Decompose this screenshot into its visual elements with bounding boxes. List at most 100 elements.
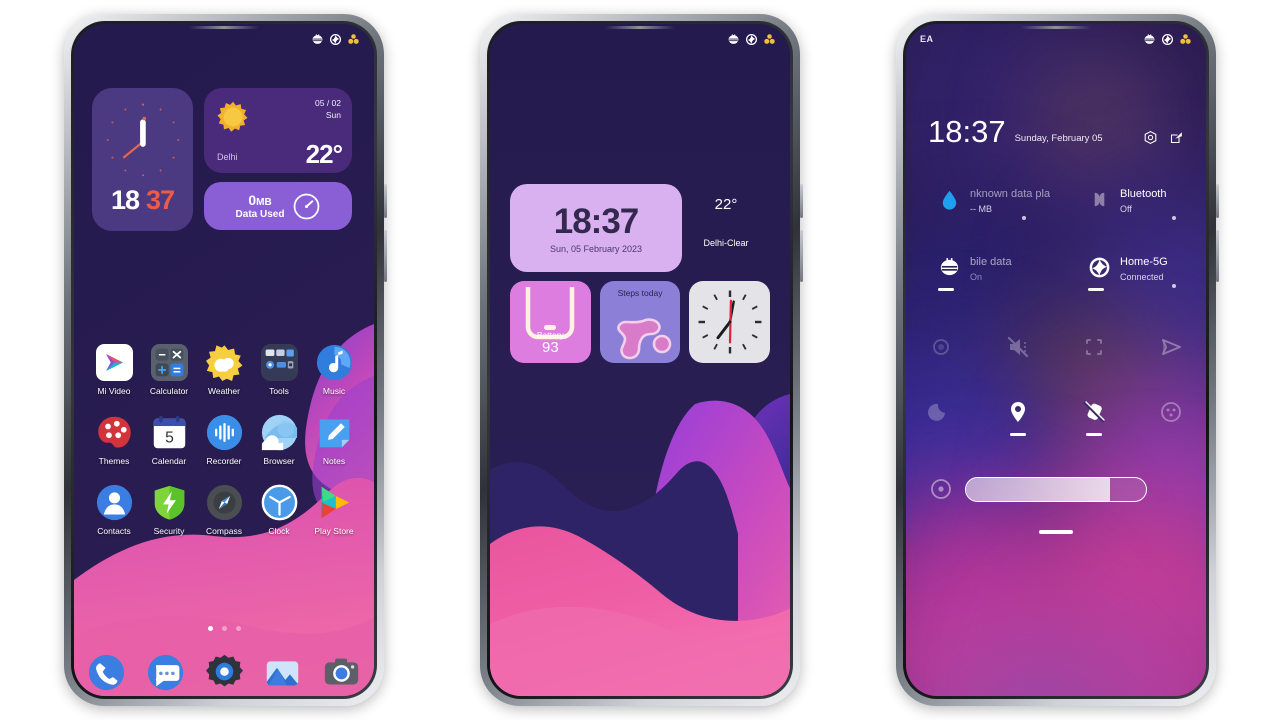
mute-icon[interactable] xyxy=(1005,334,1031,360)
app-tools[interactable]: Tools xyxy=(253,344,305,396)
edit-icon[interactable] xyxy=(1169,130,1184,145)
page-indicator[interactable] xyxy=(74,626,374,631)
phone-1-screen[interactable]: 18 37 05 / 02 Sun Delhi 22° 0MB Data Use… xyxy=(74,24,374,696)
app-recorder[interactable]: Recorder xyxy=(198,414,250,466)
data-usage-amount: 0MB xyxy=(236,192,285,209)
qs-tile-data-plan[interactable]: nknown data pla -- MB xyxy=(906,184,1056,220)
dark-mode-icon[interactable] xyxy=(928,399,954,425)
security-hex-icon[interactable] xyxy=(1143,130,1158,145)
qs-tile-text: Bluetooth Off xyxy=(1120,184,1166,214)
app-calendar[interactable]: 5 Calendar xyxy=(143,414,195,466)
weather-text-widget[interactable]: 22° Delhi-Clear xyxy=(682,184,770,248)
brightness-icon[interactable] xyxy=(928,476,954,502)
qs-tile-mobile-data[interactable]: bile data On xyxy=(906,252,1056,291)
phone-icon[interactable] xyxy=(88,654,125,691)
camera-icon[interactable] xyxy=(323,654,360,691)
app-browser[interactable]: Browser xyxy=(253,414,305,466)
phone-2-bezel: 18:37 Sun, 05 February 2023 22° Delhi-Cl… xyxy=(480,14,803,706)
battery-label: Battery xyxy=(536,329,564,340)
flashlight-off-icon[interactable] xyxy=(1081,399,1107,436)
app-compass[interactable]: Compass xyxy=(198,484,250,536)
weather-day: Sun xyxy=(325,110,341,121)
recorder-icon xyxy=(206,414,243,451)
app-themes[interactable]: Themes xyxy=(88,414,140,466)
quick-settings-tiles: nknown data pla -- MB Bluetooth Off bile… xyxy=(906,184,1206,291)
earpiece-speaker xyxy=(605,26,675,29)
dock xyxy=(88,654,360,691)
volume-button[interactable] xyxy=(800,184,803,218)
app-mi-video[interactable]: Mi Video xyxy=(88,344,140,396)
airplane-icon[interactable] xyxy=(1158,334,1184,360)
weather-temp: 22° xyxy=(305,139,343,169)
screenshot-icon[interactable] xyxy=(1081,334,1107,360)
app-calculator[interactable]: Calculator xyxy=(143,344,195,396)
battery-icon xyxy=(347,33,360,46)
qs-tile-title: Home-5G xyxy=(1120,256,1168,268)
messages-icon[interactable] xyxy=(147,654,184,691)
qs-tile-sub: -- MB xyxy=(970,204,992,214)
contacts-icon xyxy=(96,484,133,521)
qs-tile-dot xyxy=(1172,284,1176,288)
clock-minutes: 37 xyxy=(146,185,175,215)
app-label: Mi Video xyxy=(97,386,131,396)
gallery-icon[interactable] xyxy=(264,654,301,691)
brightness-slider[interactable] xyxy=(965,476,1147,502)
page-dot-2[interactable] xyxy=(221,626,227,631)
weather-temp: 22° xyxy=(714,196,738,213)
app-label: Music xyxy=(322,386,346,396)
battery-widget[interactable]: Battery 93 xyxy=(510,281,591,363)
settings-gear-icon[interactable] xyxy=(205,654,243,691)
status-bar-icons-3 xyxy=(1143,33,1192,46)
volume-button[interactable] xyxy=(1216,184,1219,218)
app-label: Weather xyxy=(208,386,240,396)
page-dot-3[interactable] xyxy=(235,626,241,631)
app-notes[interactable]: Notes xyxy=(308,414,360,466)
qs-tile-sub: On xyxy=(970,272,983,282)
app-play-store[interactable]: Play Store xyxy=(308,484,360,536)
power-button[interactable] xyxy=(800,230,803,282)
clock-dial xyxy=(100,97,186,183)
qs-tile-wifi[interactable]: Home-5G Connected xyxy=(1056,252,1206,291)
music-icon xyxy=(316,344,353,381)
app-clock[interactable]: Clock xyxy=(253,484,305,536)
wifi-icon xyxy=(329,33,342,46)
qs-tile-row-2: bile data On Home-5G Connected xyxy=(906,252,1206,291)
phone-1-home-screen: 18 37 05 / 02 Sun Delhi 22° 0MB Data Use… xyxy=(64,14,387,706)
weather-widget[interactable]: 05 / 02 Sun Delhi 22° xyxy=(204,88,352,173)
brightness-fill xyxy=(966,477,1110,501)
qs-tile-bluetooth[interactable]: Bluetooth Off xyxy=(1056,184,1206,220)
phone-3-quick-settings: EA 18:37 Sunday, February 05 nknown data… xyxy=(896,14,1219,706)
qs-tile-sub: Off xyxy=(1120,204,1132,214)
widget-row-2: Battery 93 Steps today xyxy=(510,281,771,363)
home-indicator[interactable] xyxy=(1039,530,1073,534)
wifi-icon xyxy=(745,33,758,46)
toggle-active-bar xyxy=(1086,433,1103,436)
phone-1-bezel: 18 37 05 / 02 Sun Delhi 22° 0MB Data Use… xyxy=(64,14,387,706)
clock-widget[interactable]: 18 37 xyxy=(92,88,193,231)
analog-clock-widget[interactable] xyxy=(689,281,771,363)
power-button[interactable] xyxy=(384,230,387,282)
app-music[interactable]: Music xyxy=(308,344,360,396)
compass-icon xyxy=(206,484,243,521)
auto-rotate-icon[interactable] xyxy=(928,334,954,360)
battery-icon xyxy=(763,33,776,46)
widget-row-1: 18:37 Sun, 05 February 2023 22° Delhi-Cl… xyxy=(510,184,770,272)
page-dot-1[interactable] xyxy=(207,626,213,631)
phone-3-screen[interactable]: EA 18:37 Sunday, February 05 nknown data… xyxy=(906,24,1206,696)
lockscreen-clock: 18:37 Sunday, February 05 xyxy=(928,114,1184,150)
more-icon[interactable] xyxy=(1158,399,1184,425)
data-usage-widget[interactable]: 0MB Data Used xyxy=(204,182,352,230)
app-weather[interactable]: Weather xyxy=(198,344,250,396)
data-amount-unit: MB xyxy=(256,196,272,208)
app-row-3: Contacts Security Compass Clock Play Sto… xyxy=(88,484,360,536)
volume-button[interactable] xyxy=(384,184,387,218)
app-security[interactable]: Security xyxy=(143,484,195,536)
app-contacts[interactable]: Contacts xyxy=(88,484,140,536)
phone-2-screen[interactable]: 18:37 Sun, 05 February 2023 22° Delhi-Cl… xyxy=(490,24,790,696)
digital-clock-widget[interactable]: 18:37 Sun, 05 February 2023 xyxy=(510,184,682,272)
location-icon[interactable] xyxy=(1005,399,1031,436)
weather-date-block: 05 / 02 Sun xyxy=(315,97,341,122)
power-button[interactable] xyxy=(1216,230,1219,282)
runner-icon xyxy=(607,313,675,361)
steps-widget[interactable]: Steps today xyxy=(599,281,681,363)
